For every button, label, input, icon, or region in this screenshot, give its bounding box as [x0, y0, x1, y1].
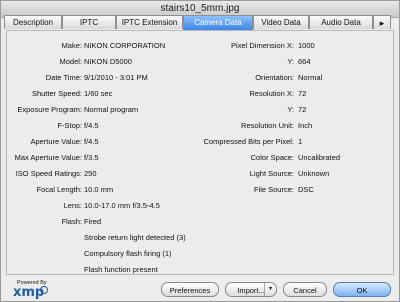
- tab-bar: Description IPTC IPTC Extension Camera D…: [4, 15, 396, 30]
- date-time-value: 9/1/2010 - 3:01 PM: [84, 73, 148, 82]
- pixel-dimension-y-value: 664: [298, 57, 311, 66]
- lens-label: Lens:: [63, 201, 82, 210]
- max-aperture-value-label: Max Aperture Value:: [14, 153, 82, 162]
- ok-button[interactable]: OK: [333, 282, 391, 297]
- flash-label: Flash:: [61, 217, 82, 226]
- xmp-logo-mark: [40, 286, 48, 294]
- max-aperture-value-value: f/3.5: [84, 153, 99, 162]
- compressed-bits-per-pixel-value: 1: [298, 137, 303, 146]
- shutter-speed-value: 1/60 sec: [84, 89, 113, 98]
- import-button[interactable]: Import... ▾: [225, 282, 277, 297]
- resolution-y-value: 72: [298, 105, 307, 114]
- orientation-value: Normal: [298, 73, 323, 82]
- tab-camera-data[interactable]: Camera Data: [183, 15, 253, 30]
- file-info-window: stairs10_5mm.jpg Description IPTC IPTC E…: [0, 0, 400, 302]
- flash-detail-function: Flash function present: [84, 265, 158, 274]
- model-label: Model:: [59, 57, 82, 66]
- tabs-more-button[interactable]: ▸: [373, 15, 391, 29]
- light-source-value: Unknown: [298, 169, 330, 178]
- pixel-dimension-x-value: 1000: [298, 41, 315, 50]
- date-time-label: Date Time:: [45, 73, 82, 82]
- color-space-label: Color Space:: [250, 153, 294, 162]
- lens-value: 10.0-17.0 mm f/3.5-4.5: [84, 201, 160, 210]
- iso-speed-ratings-value: 250: [84, 169, 97, 178]
- xmp-logo: Powered By xmp: [7, 280, 49, 300]
- import-dropdown-arrow[interactable]: ▾: [264, 283, 276, 296]
- footer-bar: Powered By xmp Preferences Import... ▾ C…: [1, 276, 399, 302]
- exposure-program-value: Normal program: [84, 105, 139, 114]
- light-source-label: Light Source:: [249, 169, 294, 178]
- flash-detail-compulsory: Compulsory flash firing (1): [84, 249, 172, 258]
- aperture-value-label: Aperture Value:: [30, 137, 82, 146]
- resolution-x-value: 72: [298, 89, 307, 98]
- model-value: NIKON D5000: [84, 57, 132, 66]
- exposure-program-label: Exposure Program:: [17, 105, 82, 114]
- resolution-y-label: Y:: [287, 105, 294, 114]
- pixel-dimension-x-label: Pixel Dimension X:: [231, 41, 294, 50]
- make-value: NIKON CORPORATION: [84, 41, 166, 50]
- f-stop-label: F-Stop:: [57, 121, 82, 130]
- flash-value: Fired: [84, 217, 102, 226]
- tab-description[interactable]: Description: [4, 15, 62, 29]
- focal-length-value: 10.0 mm: [84, 185, 114, 194]
- resolution-unit-label: Resolution Unit:: [241, 121, 294, 130]
- tab-iptc-extension[interactable]: IPTC Extension: [116, 15, 183, 29]
- tab-iptc[interactable]: IPTC: [62, 15, 116, 29]
- resolution-x-label: Resolution X:: [249, 89, 294, 98]
- flash-detail-strobe: Strobe return light detected (3): [84, 233, 186, 242]
- window-title: stairs10_5mm.jpg: [160, 3, 240, 14]
- f-stop-value: f/4.5: [84, 121, 99, 130]
- file-source-label: File Source:: [253, 185, 294, 194]
- pixel-dimension-y-label: Y:: [287, 57, 294, 66]
- preferences-button[interactable]: Preferences: [161, 282, 219, 297]
- file-source-value: DSC: [298, 185, 314, 194]
- resolution-unit-value: Inch: [298, 121, 313, 130]
- tab-audio-data[interactable]: Audio Data: [309, 15, 373, 29]
- compressed-bits-per-pixel-label: Compressed Bits per Pixel:: [203, 137, 294, 146]
- iso-speed-ratings-label: ISO Speed Ratings:: [15, 169, 82, 178]
- color-space-value: Uncalibrated: [298, 153, 341, 162]
- make-label: Make:: [61, 41, 82, 50]
- shutter-speed-label: Shutter Speed:: [31, 89, 82, 98]
- camera-data-panel: Make: NIKON CORPORATION Model: NIKON D50…: [6, 30, 394, 275]
- import-button-label: Import...: [237, 286, 265, 295]
- aperture-value-value: f/4.5: [84, 137, 99, 146]
- cancel-button[interactable]: Cancel: [283, 282, 327, 297]
- tab-video-data[interactable]: Video Data: [253, 15, 309, 29]
- orientation-label: Orientation:: [255, 73, 294, 82]
- focal-length-label: Focal Length:: [36, 185, 82, 194]
